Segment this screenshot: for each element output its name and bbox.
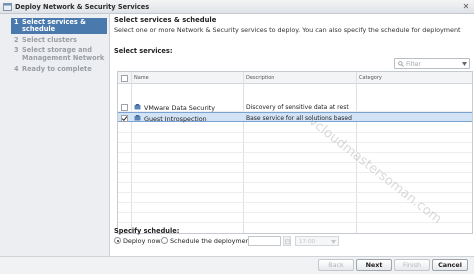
finish-button[interactable]: Finish	[394, 259, 430, 271]
chevron-down-icon	[331, 240, 336, 244]
empty-row	[118, 193, 472, 203]
main-panel: Select services & schedule Select one or…	[110, 14, 474, 256]
table-header: Name Description Category	[118, 72, 472, 84]
close-icon[interactable]: ✕	[462, 3, 470, 11]
filter-input[interactable]: Filter	[394, 58, 470, 69]
empty-row	[118, 153, 472, 163]
empty-row	[118, 123, 472, 133]
deploy-icon	[3, 3, 12, 11]
page-description: Select one or more Network & Security se…	[114, 26, 461, 34]
service-description: Discovery of sensitive data at rest	[246, 103, 349, 111]
step-number: 3	[14, 46, 19, 54]
window-title: Deploy Network & Security Services	[15, 3, 150, 11]
select-services-label: Select services:	[114, 47, 173, 55]
service-description: Base service for all solutions based ...	[246, 114, 354, 122]
filter-placeholder: Filter	[406, 60, 421, 68]
cancel-button[interactable]: Cancel	[432, 259, 468, 271]
page-title: Select services & schedule	[114, 16, 217, 24]
empty-row	[118, 163, 472, 173]
specify-schedule-label: Specify schedule:	[114, 227, 180, 235]
empty-row	[118, 173, 472, 183]
date-field[interactable]	[248, 236, 281, 246]
checkmark-icon	[121, 115, 128, 121]
service-name: VMware Data Security	[144, 103, 216, 112]
step-number: 1	[14, 17, 19, 26]
deploy-now-label[interactable]: Deploy now	[123, 237, 161, 245]
step-label: Select services & schedule	[22, 17, 86, 34]
wizard-steps-sidebar: 1 Select services & schedule 2 Select cl…	[0, 14, 110, 256]
deploy-now-radio[interactable]	[114, 237, 121, 244]
services-table: Name Description Category VMware Data Se…	[117, 71, 473, 234]
column-header-name[interactable]: Name	[134, 75, 149, 81]
service-name: Guest Introspection	[144, 114, 207, 123]
search-icon	[398, 61, 404, 67]
back-button[interactable]: Back	[318, 259, 354, 271]
calendar-glyph-icon	[284, 238, 290, 244]
select-all-checkbox[interactable]	[121, 74, 128, 82]
next-button[interactable]: Next	[356, 259, 392, 271]
empty-row	[118, 213, 472, 223]
step-label: Select clusters	[22, 36, 77, 44]
service-icon	[134, 104, 141, 110]
service-icon	[134, 115, 141, 121]
row-checkbox[interactable]	[121, 103, 128, 111]
empty-row	[118, 183, 472, 193]
wizard-footer: Back Next Finish Cancel	[0, 256, 474, 274]
step-label: Ready to complete	[22, 65, 92, 73]
table-row-selected[interactable]: Guest Introspection Base service for all…	[118, 112, 472, 123]
calendar-icon[interactable]	[283, 236, 291, 246]
empty-row	[118, 133, 472, 143]
column-header-category[interactable]: Category	[359, 75, 382, 81]
time-select[interactable]: 17:00	[295, 236, 339, 246]
step-number: 4	[14, 65, 19, 73]
empty-row	[118, 143, 472, 153]
empty-row	[118, 203, 472, 213]
schedule-deployment-label[interactable]: Schedule the deployment	[170, 237, 252, 245]
column-header-description[interactable]: Description	[246, 75, 274, 81]
time-value: 17:00	[299, 238, 316, 245]
step-number: 2	[14, 36, 19, 44]
step-label: Select storage and Management Network	[22, 46, 105, 62]
schedule-deployment-radio[interactable]	[161, 237, 168, 244]
row-checkbox[interactable]	[121, 114, 128, 122]
table-row[interactable]: VMware Data Security Discovery of sensit…	[118, 102, 472, 112]
step-select-services[interactable]: 1 Select services & schedule	[11, 18, 107, 34]
title-bar: Deploy Network & Security Services ✕	[0, 0, 474, 14]
chevron-down-icon[interactable]	[462, 62, 467, 66]
